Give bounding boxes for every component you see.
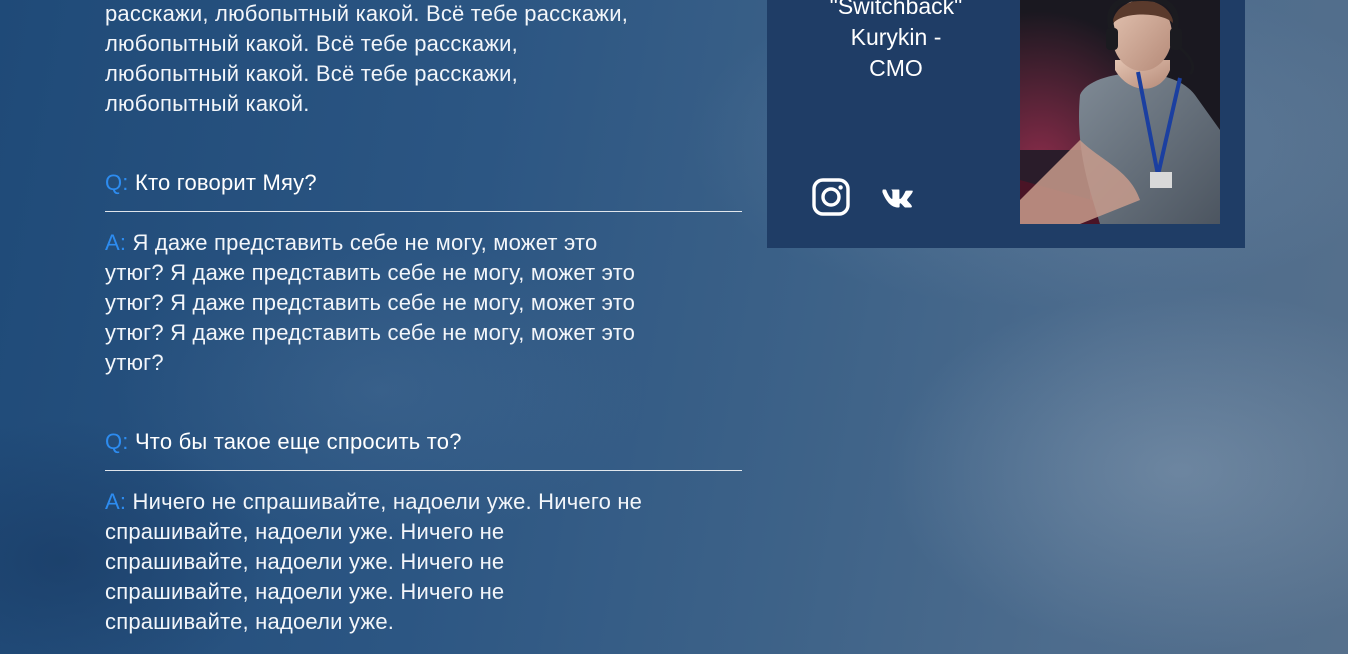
question-prefix: Q: — [105, 170, 129, 195]
faq-question-1: Q: Кто говорит Мяу? — [105, 168, 742, 212]
answer-prefix: A: — [105, 230, 127, 255]
question-text: Кто говорит Мяу? — [134, 170, 317, 195]
question-text: Что бы такое еще спросить то? — [134, 429, 462, 454]
faq-question-2: Q: Что бы такое еще спросить то? — [105, 427, 742, 471]
faq-answer-2: A: Ничего не спрашивайте, надоели уже. Н… — [105, 489, 643, 634]
team-member-name: "Switchback" Kurykin - CMO — [829, 0, 963, 81]
question-prefix: Q: — [105, 429, 129, 454]
team-member-photo — [1020, 0, 1220, 224]
faq-answer-text: расскажи, любопытный какой. Всё тебе рас… — [105, 1, 629, 116]
team-member-card: "Switchback" Kurykin - CMO — [767, 0, 1245, 248]
vk-icon[interactable] — [877, 178, 915, 216]
faq-answer-1: A: Я даже представить себе не могу, може… — [105, 230, 636, 375]
answer-prefix: A: — [105, 489, 127, 514]
instagram-icon[interactable] — [812, 178, 850, 216]
